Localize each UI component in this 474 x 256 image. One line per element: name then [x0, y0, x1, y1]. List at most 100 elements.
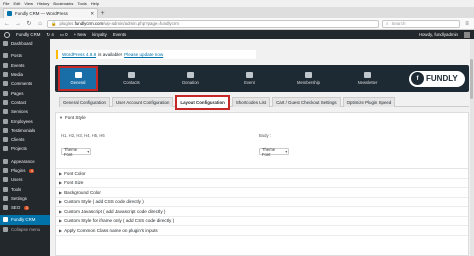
- sidebar-item-users[interactable]: Users: [0, 175, 50, 184]
- menu-file[interactable]: File: [3, 1, 9, 6]
- menu-hamburger-icon[interactable]: ≡: [463, 20, 471, 28]
- subtab-general-configuration[interactable]: General Configuration: [59, 97, 110, 107]
- collapsible-section-font-size[interactable]: ▶ Font Size: [56, 179, 468, 188]
- fundly-tab-general[interactable]: General: [58, 66, 98, 91]
- collapsible-section-custom-javascript-add-javascript-code-directly[interactable]: ▶ Custom Javascript ( add Javascript code…: [56, 207, 468, 217]
- services-icon: [3, 109, 8, 115]
- body-font-select[interactable]: Theme Font ▼: [259, 146, 289, 157]
- url-bar[interactable]: 🔒 plugins.fundlycrm.com/wp-admin/admin.p…: [47, 19, 379, 28]
- section-label: Font Size: [64, 180, 84, 186]
- tab-label: Event: [244, 80, 255, 85]
- sidebar-item-posts[interactable]: Posts: [0, 51, 50, 60]
- sidebar-item-tools[interactable]: Tools: [0, 184, 50, 193]
- events-icon: [3, 62, 8, 68]
- subtab-layout-configuration[interactable]: Layout Configuration: [175, 95, 230, 110]
- sidebar-item-appearance[interactable]: Appearance: [0, 157, 50, 166]
- sidebar-item-settings[interactable]: Settings: [0, 194, 50, 203]
- subtab-cart-guest-checkout[interactable]: Cart / Guest Checkout Settings: [272, 97, 341, 107]
- gear-icon: [74, 72, 82, 78]
- collapsible-section-custom-style-for-iframe-only-add-css-code-directly[interactable]: ▶ Custom Style for iframe only ( add CSS …: [56, 217, 468, 226]
- browser-navbar: ← → ↻ ⌂ 🔒 plugins.fundlycrm.com/wp-admin…: [0, 18, 474, 30]
- fundly-tab-membership[interactable]: Membership: [279, 67, 338, 91]
- sidebar-item-pages[interactable]: Pages: [0, 88, 50, 97]
- menu-edit[interactable]: Edit: [13, 1, 20, 6]
- scrollbar-thumb[interactable]: [470, 59, 473, 99]
- pages-icon: [3, 90, 8, 96]
- close-tab-icon[interactable]: ✕: [90, 11, 94, 17]
- comments-icon: [3, 81, 8, 87]
- sidebar-item-contact[interactable]: Contact: [0, 98, 50, 107]
- sidebar-item-plugins[interactable]: Plugins 4: [0, 166, 50, 175]
- adminbar-user-link[interactable]: kinyalty: [92, 32, 107, 37]
- wordpress-logo-icon[interactable]: [4, 31, 10, 38]
- wordpress-version-link[interactable]: WordPress 4.9.8: [62, 52, 96, 57]
- sidebar-item-projects[interactable]: Projects: [0, 144, 50, 153]
- sidebar-item-comments[interactable]: Comments: [0, 79, 50, 88]
- browser-tab[interactable]: Fundly CRM — WordPress ✕: [3, 8, 98, 18]
- page-scrollbar[interactable]: [470, 39, 474, 256]
- fundly-tab-event[interactable]: Event: [220, 67, 279, 91]
- sidebar-item-fundly-crm[interactable]: Fundly CRM: [0, 215, 50, 225]
- sidebar-item-services[interactable]: Services: [0, 107, 50, 116]
- sidebar-item-label: Pages: [11, 90, 24, 96]
- home-icon[interactable]: ⌂: [36, 20, 44, 28]
- select-value: Theme Font: [262, 146, 276, 157]
- reload-icon[interactable]: ↻: [25, 20, 33, 28]
- browser-search-input[interactable]: ⌕ Search: [382, 19, 460, 28]
- adminbar-comments[interactable]: ▭ 0: [60, 32, 68, 38]
- media-icon: [3, 72, 8, 78]
- subtab-shortcodes-list[interactable]: Shortcodes List: [231, 97, 271, 107]
- menu-bookmarks[interactable]: Bookmarks: [53, 1, 73, 6]
- sidebar-item-collapse-menu[interactable]: Collapse menu: [0, 225, 50, 234]
- sidebar-item-label: Appearance: [11, 158, 35, 164]
- fundly-tab-donation[interactable]: Donation: [161, 67, 220, 91]
- new-tab-icon[interactable]: +: [98, 9, 107, 18]
- sidebar-item-label: SEO: [11, 205, 21, 211]
- menu-help[interactable]: Help: [91, 1, 99, 6]
- updates-count: 4: [51, 31, 54, 37]
- body-label: Body :: [259, 133, 271, 138]
- sidebar-item-label: Settings: [11, 195, 27, 201]
- collapsible-section-apply-common-class-name-on-plugin-s-inputs[interactable]: ▶ Apply Common Class name on plugin's inp…: [56, 226, 468, 236]
- sidebar-item-label: Employees: [11, 118, 33, 124]
- wp-admin-bar: Fundly CRM ↻ 4 ▭ 0 + New kinyalty Events…: [0, 30, 474, 39]
- adminbar-new[interactable]: + New: [74, 32, 87, 37]
- collapsible-section-font-color[interactable]: ▶ Font Color: [56, 169, 468, 179]
- menu-view[interactable]: View: [24, 1, 33, 6]
- menu-tools[interactable]: Tools: [77, 1, 86, 6]
- section-label: Custom Style for iframe only ( add CSS c…: [64, 218, 175, 224]
- forward-icon[interactable]: →: [14, 20, 22, 28]
- avatar[interactable]: [464, 31, 470, 38]
- subtab-user-account-configuration[interactable]: User Account Configuration: [111, 97, 174, 107]
- sidebar-item-media[interactable]: Media: [0, 70, 50, 79]
- users-icon: [3, 177, 8, 183]
- back-icon[interactable]: ←: [3, 20, 11, 28]
- sidebar-item-dashboard[interactable]: Dashboard: [0, 39, 50, 48]
- collapsible-section-background-color[interactable]: ▶ Background Color: [56, 188, 468, 198]
- sidebar-item-label: Services: [11, 109, 28, 115]
- sidebar-item-testimonials[interactable]: Testimonials: [0, 126, 50, 135]
- subtab-optimize-plugin-speed[interactable]: Optimize Plugin Speed: [342, 97, 396, 107]
- fundly-tab-newsletter[interactable]: Newsletter: [338, 67, 397, 91]
- collapsible-section-custom-style-add-css-code-directly[interactable]: ▶ Custom Style ( add CSS code directly ): [56, 198, 468, 207]
- sidebar-item-seo[interactable]: SEO 3: [0, 203, 50, 212]
- sidebar-item-clients[interactable]: Clients: [0, 135, 50, 144]
- adminbar-site-name[interactable]: Fundly CRM: [16, 32, 40, 37]
- font-style-section: ▼ Font Style H1, H2, H3, H4, H5, H6 Body…: [56, 113, 468, 169]
- fundly-tab-contacts[interactable]: Contacts: [102, 67, 161, 91]
- headings-font-select[interactable]: Theme Font ▼: [61, 147, 91, 157]
- contacts-icon: [128, 72, 135, 78]
- sidebar-item-label: Users: [11, 177, 23, 183]
- newsletter-icon: [364, 72, 371, 78]
- caret-right-icon: ▶: [59, 170, 63, 176]
- update-now-link[interactable]: Please update now: [124, 52, 163, 57]
- adminbar-greeting[interactable]: Howdy, fundlyadmin: [419, 32, 458, 37]
- adminbar-events[interactable]: Events: [113, 32, 126, 37]
- sidebar-item-employees[interactable]: Employees: [0, 116, 50, 125]
- menu-history[interactable]: History: [37, 1, 49, 6]
- fundly-logo: f FUNDLY: [409, 70, 465, 87]
- sidebar-item-events[interactable]: Events: [0, 61, 50, 70]
- adminbar-updates[interactable]: ↻ 4: [46, 32, 53, 38]
- fundly-crm-icon: [3, 217, 8, 223]
- font-style-header[interactable]: ▼ Font Style: [56, 113, 468, 122]
